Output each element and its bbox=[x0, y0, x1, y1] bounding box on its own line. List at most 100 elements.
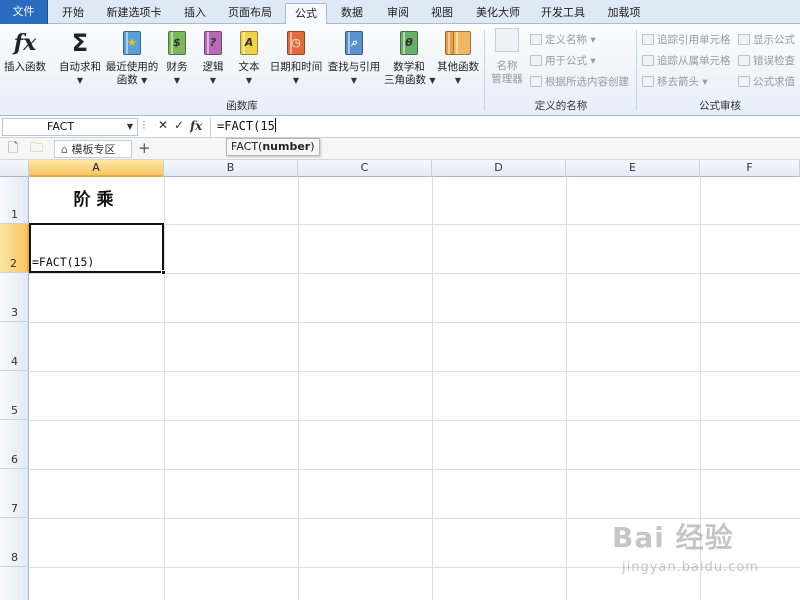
select-all-corner[interactable] bbox=[0, 160, 29, 177]
column-headers: A B C D E F bbox=[0, 160, 800, 177]
row-header-8[interactable]: 8 bbox=[0, 518, 29, 567]
row-number: 6 bbox=[11, 453, 18, 466]
formula-input[interactable]: =FACT(15 bbox=[210, 117, 800, 137]
tab-new[interactable]: 新建选项卡 bbox=[98, 3, 170, 24]
math-trig-button[interactable]: θ 数学和 三角函数 ▼ bbox=[384, 28, 436, 87]
tab-home[interactable]: 开始 bbox=[52, 3, 94, 24]
name-manager-button[interactable]: 名称 管理器 bbox=[488, 28, 526, 86]
evaluate-formula-icon bbox=[738, 76, 750, 87]
error-checking-label: 错误检查 bbox=[753, 55, 795, 67]
tab-page-layout[interactable]: 页面布局 bbox=[220, 3, 280, 24]
tab-addins[interactable]: 加载项 bbox=[598, 3, 650, 24]
text-label: 文本 bbox=[238, 61, 260, 73]
ribbon-separator bbox=[484, 30, 485, 110]
tooltip-function: FACT( bbox=[231, 140, 263, 153]
fx-icon: fx bbox=[13, 30, 37, 56]
function-argument-tooltip[interactable]: FACT(number) bbox=[226, 138, 320, 156]
more-books-icon bbox=[443, 28, 473, 58]
trace-dependents-label: 追踪从属单元格 bbox=[657, 55, 731, 67]
fill-handle[interactable] bbox=[161, 270, 166, 275]
financial-book-icon: $ bbox=[162, 28, 192, 58]
dropdown-arrow-icon: ▼ bbox=[350, 76, 358, 85]
logical-button[interactable]: ? 逻辑 ▼ bbox=[198, 28, 228, 87]
ribbon-separator bbox=[636, 30, 637, 110]
row-header-1[interactable]: 1 bbox=[0, 177, 29, 224]
evaluate-formula-label: 公式求值 bbox=[753, 76, 795, 88]
ribbon-formulas: fx 插入函数 Σ 自动求和 ▼ ★ 最近使用的 函数 ▼ $ 财务 ▼ ? 逻辑 ▼ … bbox=[0, 24, 800, 116]
template-tab[interactable]: ⌂ 模板专区 bbox=[54, 140, 132, 158]
lookup-book-icon: ⌕ bbox=[339, 28, 369, 58]
insert-function-button[interactable]: fx 插入函数 bbox=[2, 28, 48, 74]
sigma-icon: Σ bbox=[71, 29, 89, 57]
show-formulas-button[interactable]: 显示公式 bbox=[738, 33, 795, 47]
cell-a1[interactable]: 阶乘 bbox=[29, 177, 164, 224]
name-box[interactable]: FACT ▼ bbox=[2, 118, 138, 136]
financial-button[interactable]: $ 财务 ▼ bbox=[162, 28, 192, 87]
column-header-c[interactable]: C bbox=[298, 160, 432, 177]
insert-function-icon[interactable]: fx bbox=[190, 119, 202, 133]
add-tab-icon[interactable]: + bbox=[138, 140, 151, 158]
template-tab-label: 模板专区 bbox=[71, 143, 116, 156]
create-from-selection-button[interactable]: 根据所选内容创建 bbox=[530, 75, 629, 89]
financial-label: 财务 bbox=[166, 61, 188, 73]
gridline bbox=[29, 322, 800, 323]
trace-dependents-button[interactable]: 追踪从属单元格 bbox=[642, 54, 731, 68]
enter-icon[interactable]: ✓ bbox=[174, 118, 184, 132]
tab-data[interactable]: 数据 bbox=[331, 3, 373, 24]
define-name-button[interactable]: 定义名称 ▾ bbox=[530, 33, 596, 47]
dropdown-arrow-icon: ▼ bbox=[76, 76, 84, 85]
show-formulas-icon bbox=[738, 34, 750, 45]
tab-developer[interactable]: 开发工具 bbox=[532, 3, 594, 24]
show-formulas-label: 显示公式 bbox=[753, 34, 795, 46]
tab-beautify[interactable]: 美化大师 bbox=[467, 3, 529, 24]
evaluate-formula-button[interactable]: 公式求值 bbox=[738, 75, 795, 89]
recent-label: 最近使用的 bbox=[105, 61, 159, 73]
ribbon-tab-bar: 文件 开始 新建选项卡 插入 页面布局 公式 数据 审阅 视图 美化大师 开发工… bbox=[0, 0, 800, 25]
remove-arrows-label: 移去箭头 bbox=[657, 76, 699, 88]
cell-a2-active[interactable]: =FACT(15) bbox=[29, 223, 166, 275]
column-header-e[interactable]: E bbox=[566, 160, 700, 177]
row-number: 2 bbox=[10, 257, 17, 270]
tab-review[interactable]: 审阅 bbox=[377, 3, 419, 24]
folder-icon[interactable]: 🗀 bbox=[30, 140, 43, 158]
row-header-3[interactable]: 3 bbox=[0, 273, 29, 322]
group-auditing-label: 公式审核 bbox=[699, 100, 741, 112]
use-in-formula-button[interactable]: 用于公式 ▾ bbox=[530, 54, 596, 68]
gridline bbox=[29, 420, 800, 421]
insert-function-label: 插入函数 bbox=[4, 61, 46, 73]
more-functions-button[interactable]: 其他函数 ▼ bbox=[436, 28, 480, 87]
column-header-a[interactable]: A bbox=[29, 160, 164, 177]
gridline bbox=[298, 177, 299, 600]
remove-arrows-button[interactable]: 移去箭头 ▾ bbox=[642, 75, 708, 89]
cancel-icon[interactable]: ✕ bbox=[158, 118, 168, 132]
datetime-button[interactable]: ◷ 日期和时间 ▼ bbox=[268, 28, 324, 87]
tab-file[interactable]: 文件 bbox=[0, 0, 48, 24]
row-header-4[interactable]: 4 bbox=[0, 322, 29, 371]
gridline bbox=[29, 273, 800, 274]
lookup-button[interactable]: ⌕ 查找与引用 ▼ bbox=[326, 28, 382, 87]
tab-view[interactable]: 视图 bbox=[421, 3, 463, 24]
column-header-b[interactable]: B bbox=[164, 160, 298, 177]
row-header-7[interactable]: 7 bbox=[0, 469, 29, 518]
error-checking-button[interactable]: 错误检查 bbox=[738, 54, 795, 68]
autosum-button[interactable]: Σ 自动求和 ▼ bbox=[56, 28, 104, 87]
text-cursor bbox=[274, 118, 276, 132]
column-header-f[interactable]: F bbox=[700, 160, 800, 177]
row-number: 5 bbox=[11, 404, 18, 417]
row-header-5[interactable]: 5 bbox=[0, 371, 29, 420]
trace-precedents-button[interactable]: 追踪引用单元格 bbox=[642, 33, 731, 47]
create-from-selection-icon bbox=[530, 76, 542, 87]
dropdown-arrow-icon: ▼ bbox=[126, 122, 133, 131]
column-header-d[interactable]: D bbox=[432, 160, 566, 177]
tab-insert[interactable]: 插入 bbox=[174, 3, 216, 24]
tab-formulas[interactable]: 公式 bbox=[285, 3, 327, 25]
row-header-2[interactable]: 2 bbox=[0, 224, 29, 273]
row-header-6[interactable]: 6 bbox=[0, 420, 29, 469]
recent-functions-button[interactable]: ★ 最近使用的 函数 ▼ bbox=[104, 28, 160, 87]
row-header-9[interactable] bbox=[0, 567, 29, 600]
gridline bbox=[29, 469, 800, 470]
dropdown-arrow-icon: ▼ bbox=[454, 76, 462, 85]
cell-a2-formula: =FACT(15) bbox=[32, 255, 95, 269]
new-document-icon[interactable]: 🗋 bbox=[8, 140, 18, 158]
text-button[interactable]: A 文本 ▼ bbox=[234, 28, 264, 87]
